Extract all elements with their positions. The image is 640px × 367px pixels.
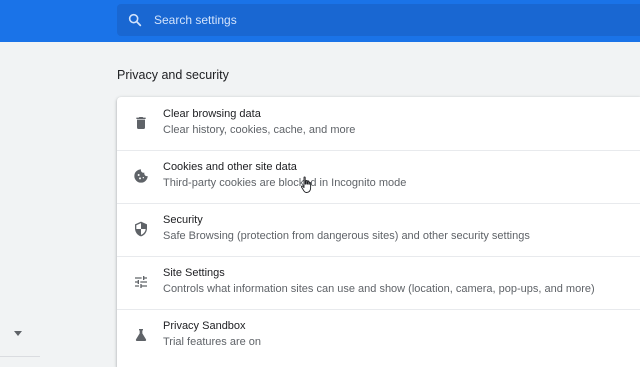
- search-icon: [128, 13, 142, 27]
- trash-icon: [136, 117, 146, 129]
- row-subtitle: Clear history, cookies, cache, and more: [163, 124, 356, 136]
- row-subtitle: Trial features are on: [163, 336, 262, 348]
- row-title: Site Settings: [163, 267, 225, 279]
- sidebar-divider: [0, 356, 40, 357]
- search-input[interactable]: Search settings: [154, 13, 237, 27]
- security-row[interactable]: Security Safe Browsing (protection from …: [117, 203, 640, 256]
- row-divider: [117, 150, 640, 151]
- privacy-card: Clear browsing data Clear history, cooki…: [117, 97, 640, 367]
- cookies-row[interactable]: Cookies and other site data Third-party …: [117, 150, 640, 203]
- row-subtitle: Safe Browsing (protection from dangerous…: [163, 230, 530, 242]
- cookie-icon: [134, 169, 148, 183]
- section-title: Privacy and security: [117, 68, 229, 82]
- row-subtitle: Controls what information sites can use …: [163, 283, 595, 295]
- privacy-sandbox-row[interactable]: Privacy Sandbox Trial features are on: [117, 309, 640, 362]
- chevron-down-icon[interactable]: [14, 331, 22, 336]
- row-divider: [117, 309, 640, 310]
- row-subtitle: Third-party cookies are blocked in Incog…: [163, 177, 407, 189]
- top-bar: Search settings: [0, 0, 640, 42]
- row-title: Privacy Sandbox: [163, 320, 246, 332]
- clear-browsing-data-row[interactable]: Clear browsing data Clear history, cooki…: [117, 97, 640, 150]
- row-title: Clear browsing data: [163, 108, 261, 120]
- flask-icon: [135, 329, 147, 341]
- site-settings-row[interactable]: Site Settings Controls what information …: [117, 256, 640, 309]
- hand-cursor-icon: [300, 176, 312, 193]
- row-title: Cookies and other site data: [163, 161, 297, 173]
- shield-icon: [135, 221, 147, 237]
- tune-icon: [135, 276, 147, 288]
- row-divider: [117, 256, 640, 257]
- row-divider: [117, 203, 640, 204]
- row-title: Security: [163, 214, 203, 226]
- search-field[interactable]: Search settings: [117, 4, 640, 36]
